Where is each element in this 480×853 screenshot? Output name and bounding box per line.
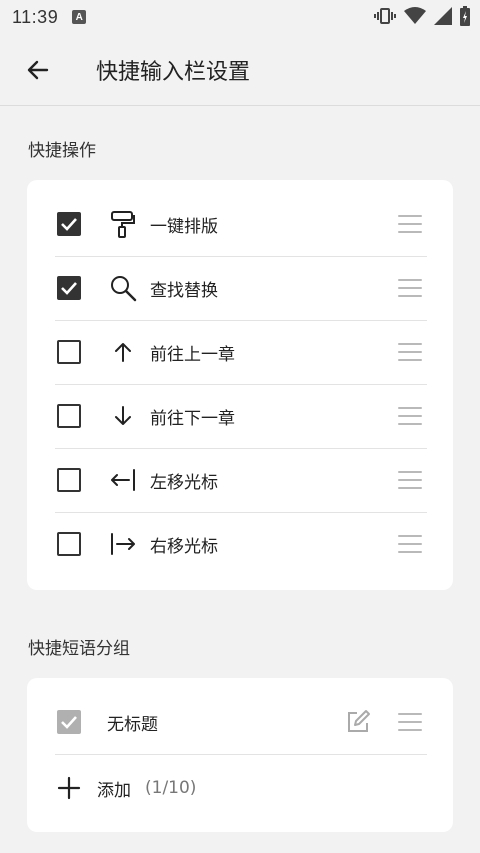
status-bar: 11:39 A [0, 0, 480, 34]
check-icon [61, 218, 77, 231]
phrase-groups-card: 无标题 添加 (1/10) [27, 678, 453, 832]
checkbox-checked[interactable] [57, 276, 81, 300]
arrow-left-icon [27, 60, 49, 79]
plus-icon [57, 776, 81, 800]
edit-icon[interactable] [345, 709, 371, 735]
section-title-phrase-groups: 快捷短语分组 [28, 639, 130, 659]
signal-icon [434, 7, 452, 25]
checkbox-unchecked[interactable] [57, 532, 81, 556]
drag-handle-icon[interactable] [398, 713, 422, 731]
checkbox-unchecked[interactable] [57, 340, 81, 364]
row-label: 查找替换 [150, 280, 218, 301]
drag-handle-icon[interactable] [398, 343, 422, 361]
checkbox-checked[interactable] [57, 212, 81, 236]
vibrate-icon [374, 8, 396, 24]
phrase-group-row[interactable]: 无标题 [27, 690, 453, 754]
row-label: 右移光标 [150, 536, 218, 557]
cursor-right-icon [109, 530, 137, 558]
arrow-up-icon [109, 338, 137, 366]
status-icons [374, 6, 470, 26]
drag-handle-icon[interactable] [398, 279, 422, 297]
drag-handle-icon[interactable] [398, 215, 422, 233]
wifi-icon [404, 7, 426, 24]
section-title-quick-actions: 快捷操作 [28, 141, 96, 161]
group-count: (1/10) [145, 778, 197, 798]
quick-action-row[interactable]: 前往下一章 [27, 384, 453, 448]
row-label: 前往上一章 [150, 344, 235, 365]
drag-handle-icon[interactable] [398, 471, 422, 489]
search-icon [109, 274, 137, 302]
battery-icon [460, 6, 470, 26]
add-group-button[interactable]: 添加 (1/10) [27, 756, 453, 820]
divider [55, 754, 427, 755]
status-time: 11:39 [12, 6, 59, 27]
row-label: 前往下一章 [150, 408, 235, 429]
checkbox-unchecked[interactable] [57, 468, 81, 492]
notification-icon: A [72, 10, 87, 24]
row-label: 无标题 [107, 714, 158, 735]
quick-action-row[interactable]: 一键排版 [27, 192, 453, 256]
row-label: 左移光标 [150, 472, 218, 493]
cursor-left-icon [109, 466, 137, 494]
quick-action-row[interactable]: 前往上一章 [27, 320, 453, 384]
quick-action-row[interactable]: 左移光标 [27, 448, 453, 512]
check-icon [61, 282, 77, 295]
page-title: 快捷输入栏设置 [96, 59, 251, 85]
back-button[interactable] [18, 50, 58, 90]
app-bar: 快捷输入栏设置 [0, 34, 480, 106]
drag-handle-icon[interactable] [398, 407, 422, 425]
checkbox-unchecked[interactable] [57, 404, 81, 428]
check-icon [61, 716, 77, 729]
checkbox-checked-disabled[interactable] [57, 710, 81, 734]
quick-action-row[interactable]: 查找替换 [27, 256, 453, 320]
arrow-down-icon [109, 402, 137, 430]
row-label: 一键排版 [150, 216, 218, 237]
paint-roller-icon [109, 210, 137, 238]
quick-actions-card: 一键排版 查找替换 前往上一章 前往下一章 左移光标 右移光标 [27, 180, 453, 590]
quick-action-row[interactable]: 右移光标 [27, 512, 453, 576]
add-label: 添加 [97, 780, 131, 801]
drag-handle-icon[interactable] [398, 535, 422, 553]
